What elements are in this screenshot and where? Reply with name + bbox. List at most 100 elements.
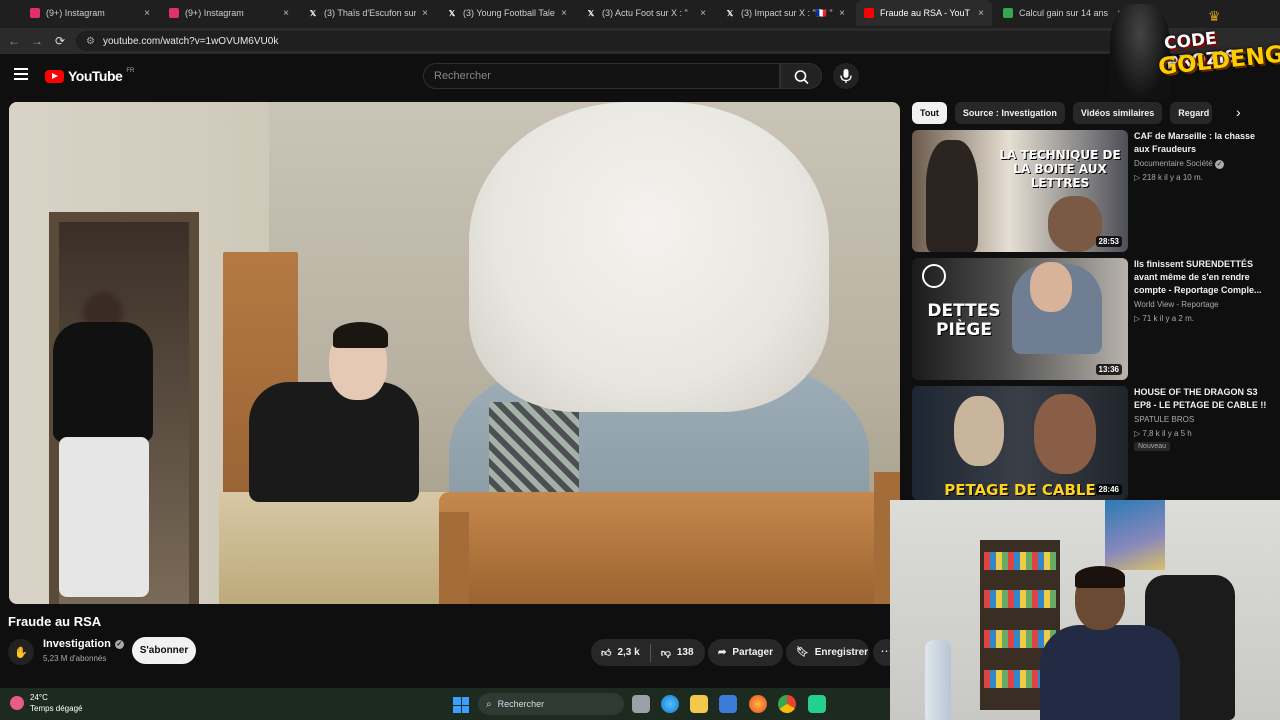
recommendation-channel: World View - Reportage <box>1134 300 1219 309</box>
close-icon[interactable]: × <box>839 8 845 19</box>
site-info-icon[interactable]: ⚙ <box>86 36 95 47</box>
browser-tab-label: (3) Impact sur X : "🇫🇷 "La <box>741 7 834 18</box>
recommendation-title[interactable]: HOUSE OF THE DRAGON S3 EP8 - LE PETAGE D… <box>1134 386 1272 412</box>
streamer-webcam-overlay <box>890 500 1280 720</box>
menu-icon[interactable] <box>14 68 28 80</box>
browser-tab[interactable]: 𝕏 (3) Impact sur X : "🇫🇷 "La × <box>717 0 853 26</box>
recommendation-item[interactable]: PETAGE DE CABLE 28:46 HOUSE OF THE DRAGO… <box>912 386 1272 500</box>
store-icon[interactable] <box>719 695 737 713</box>
browser-tab[interactable]: (9+) Instagram × <box>161 0 297 26</box>
video-player[interactable] <box>9 102 900 604</box>
reload-icon[interactable]: ⟳ <box>52 33 68 49</box>
weather-icon <box>10 696 24 710</box>
channel-avatar[interactable]: ✋ <box>8 639 34 665</box>
youtube-logo[interactable]: YouTube FR <box>45 68 134 84</box>
dislike-icon[interactable]: 👎︎ <box>661 647 671 659</box>
taskbar-search-label: Rechercher <box>497 699 545 709</box>
video-frame-person-left <box>43 292 163 602</box>
edge-icon[interactable] <box>661 695 679 713</box>
recommendation-title[interactable]: Ils finissent SURENDETTÉS avant même de … <box>1134 258 1272 297</box>
close-icon[interactable]: × <box>561 8 567 19</box>
search-input[interactable]: Rechercher <box>423 63 780 89</box>
forward-icon[interactable]: → <box>29 33 45 49</box>
save-button[interactable]: 🔖︎ Enregistrer <box>786 639 869 666</box>
weather-text: 24°C Temps dégagé <box>30 692 82 714</box>
like-separator <box>649 643 651 662</box>
search-button[interactable] <box>780 63 822 89</box>
recommendation-channel: SPATULE BROS <box>1134 415 1195 424</box>
close-icon[interactable]: × <box>700 8 706 19</box>
video-thumbnail[interactable]: LA TECHNIQUE DE LA BOITE AUX LETTRES 28:… <box>912 130 1128 252</box>
browser-tab[interactable]: Fraude au RSA - YouT × <box>856 0 992 26</box>
video-title: Fraude au RSA <box>8 614 102 629</box>
channel-name-text[interactable]: Investigation <box>43 638 111 650</box>
chip-watched[interactable]: Regard <box>1170 102 1213 124</box>
video-thumbnail[interactable]: DETTES PIÈGE 13:36 <box>912 258 1128 380</box>
share-label: Partager <box>732 647 773 658</box>
youtube-icon <box>864 8 874 18</box>
recommendation-meta: ▷ 218 k il y a 10 m. <box>1134 173 1203 182</box>
close-icon[interactable]: × <box>283 8 289 19</box>
app-icon[interactable] <box>808 695 826 713</box>
browser-tab[interactable]: 𝕏 (3) Young Football Talent × <box>439 0 575 26</box>
channel-label: Documentaire Société <box>1134 159 1213 168</box>
back-icon[interactable]: ← <box>6 33 22 49</box>
browser-tab-label: (3) Thaïs d'Escufon sur X <box>324 8 417 18</box>
channel-name[interactable]: Investigation ✓ <box>43 638 124 650</box>
thumbnail-text: DETTES PIÈGE <box>927 301 1001 340</box>
save-label: Enregistrer <box>814 647 869 658</box>
browser-tab-label: (3) Young Football Talent <box>463 8 556 18</box>
subscriber-count: 5,23 M d'abonnés <box>43 654 107 663</box>
dislike-count[interactable]: 138 <box>677 647 694 658</box>
streamer-logo-overlay: ♛ CODE PROZIS GOLDENG <box>1110 0 1280 100</box>
duration-badge: 28:53 <box>1095 236 1122 247</box>
taskbar-search[interactable]: ⌕ Rechercher <box>478 693 624 715</box>
chip-source[interactable]: Source : Investigation <box>954 102 1065 124</box>
browser-tab[interactable]: (9+) Instagram × <box>22 0 158 26</box>
chip-similar[interactable]: Vidéos similaires <box>1072 102 1163 124</box>
browser-tab-label: Calcul gain sur 14 ans <box>1019 8 1109 18</box>
weather-condition: Temps dégagé <box>30 704 83 713</box>
logo-figure <box>1110 4 1170 100</box>
firefox-icon[interactable] <box>749 695 767 713</box>
like-icon[interactable]: 👍︎ <box>601 647 611 659</box>
weather-widget[interactable]: 24°C Temps dégagé <box>10 692 82 714</box>
x-icon: 𝕏 <box>587 8 595 18</box>
like-dislike-group: 👍︎ 2,3 k 👎︎ 138 <box>591 639 705 666</box>
share-button[interactable]: ➦ Partager <box>708 639 783 666</box>
recommendation-item[interactable]: DETTES PIÈGE 13:36 Ils finissent SURENDE… <box>912 258 1272 380</box>
url-text: youtube.com/watch?v=1wOVUM6VU0k <box>102 35 279 47</box>
x-icon: 𝕏 <box>309 8 317 18</box>
new-badge: Nouveau <box>1134 442 1171 451</box>
x-icon: 𝕏 <box>448 8 456 18</box>
browser-toolbar: ← → ⟳ ⚙ youtube.com/watch?v=1wOVUM6VU0k <box>0 28 1280 54</box>
chrome-icon[interactable] <box>778 695 796 713</box>
chevron-right-icon[interactable]: › <box>1236 104 1241 120</box>
globe-icon <box>922 264 946 288</box>
task-view-icon[interactable] <box>632 695 650 713</box>
recommendation-item[interactable]: LA TECHNIQUE DE LA BOITE AUX LETTRES 28:… <box>912 130 1272 252</box>
share-icon: ➦ <box>718 647 727 658</box>
verified-icon: ✓ <box>114 639 124 649</box>
like-count[interactable]: 2,3 k <box>617 647 639 658</box>
video-frame-chair <box>439 492 900 604</box>
video-thumbnail[interactable]: PETAGE DE CABLE 28:46 <box>912 386 1128 500</box>
close-icon[interactable]: × <box>144 8 150 19</box>
file-explorer-icon[interactable] <box>690 695 708 713</box>
windows-start-icon[interactable] <box>453 697 469 713</box>
search-icon: ⌕ <box>486 698 492 710</box>
voice-search-button[interactable] <box>833 63 859 89</box>
crown-icon: ♛ <box>1208 8 1221 24</box>
filter-chips: Tout Source : Investigation Vidéos simil… <box>912 102 1213 124</box>
close-icon[interactable]: × <box>422 8 428 19</box>
browser-tab[interactable]: 𝕏 (3) Thaïs d'Escufon sur X × <box>300 0 436 26</box>
close-icon[interactable]: × <box>978 8 984 19</box>
microphone-icon <box>840 69 852 83</box>
address-bar[interactable]: ⚙ youtube.com/watch?v=1wOVUM6VU0k <box>76 31 1126 51</box>
browser-tab[interactable]: 𝕏 (3) Actu Foot sur X : " × <box>578 0 714 26</box>
x-icon: 𝕏 <box>726 8 734 18</box>
subscribe-button[interactable]: S'abonner <box>132 637 196 664</box>
youtube-play-icon <box>45 69 64 83</box>
recommendation-title[interactable]: CAF de Marseille : la chasse aux Fraudeu… <box>1134 130 1272 156</box>
chip-tout[interactable]: Tout <box>912 102 947 124</box>
